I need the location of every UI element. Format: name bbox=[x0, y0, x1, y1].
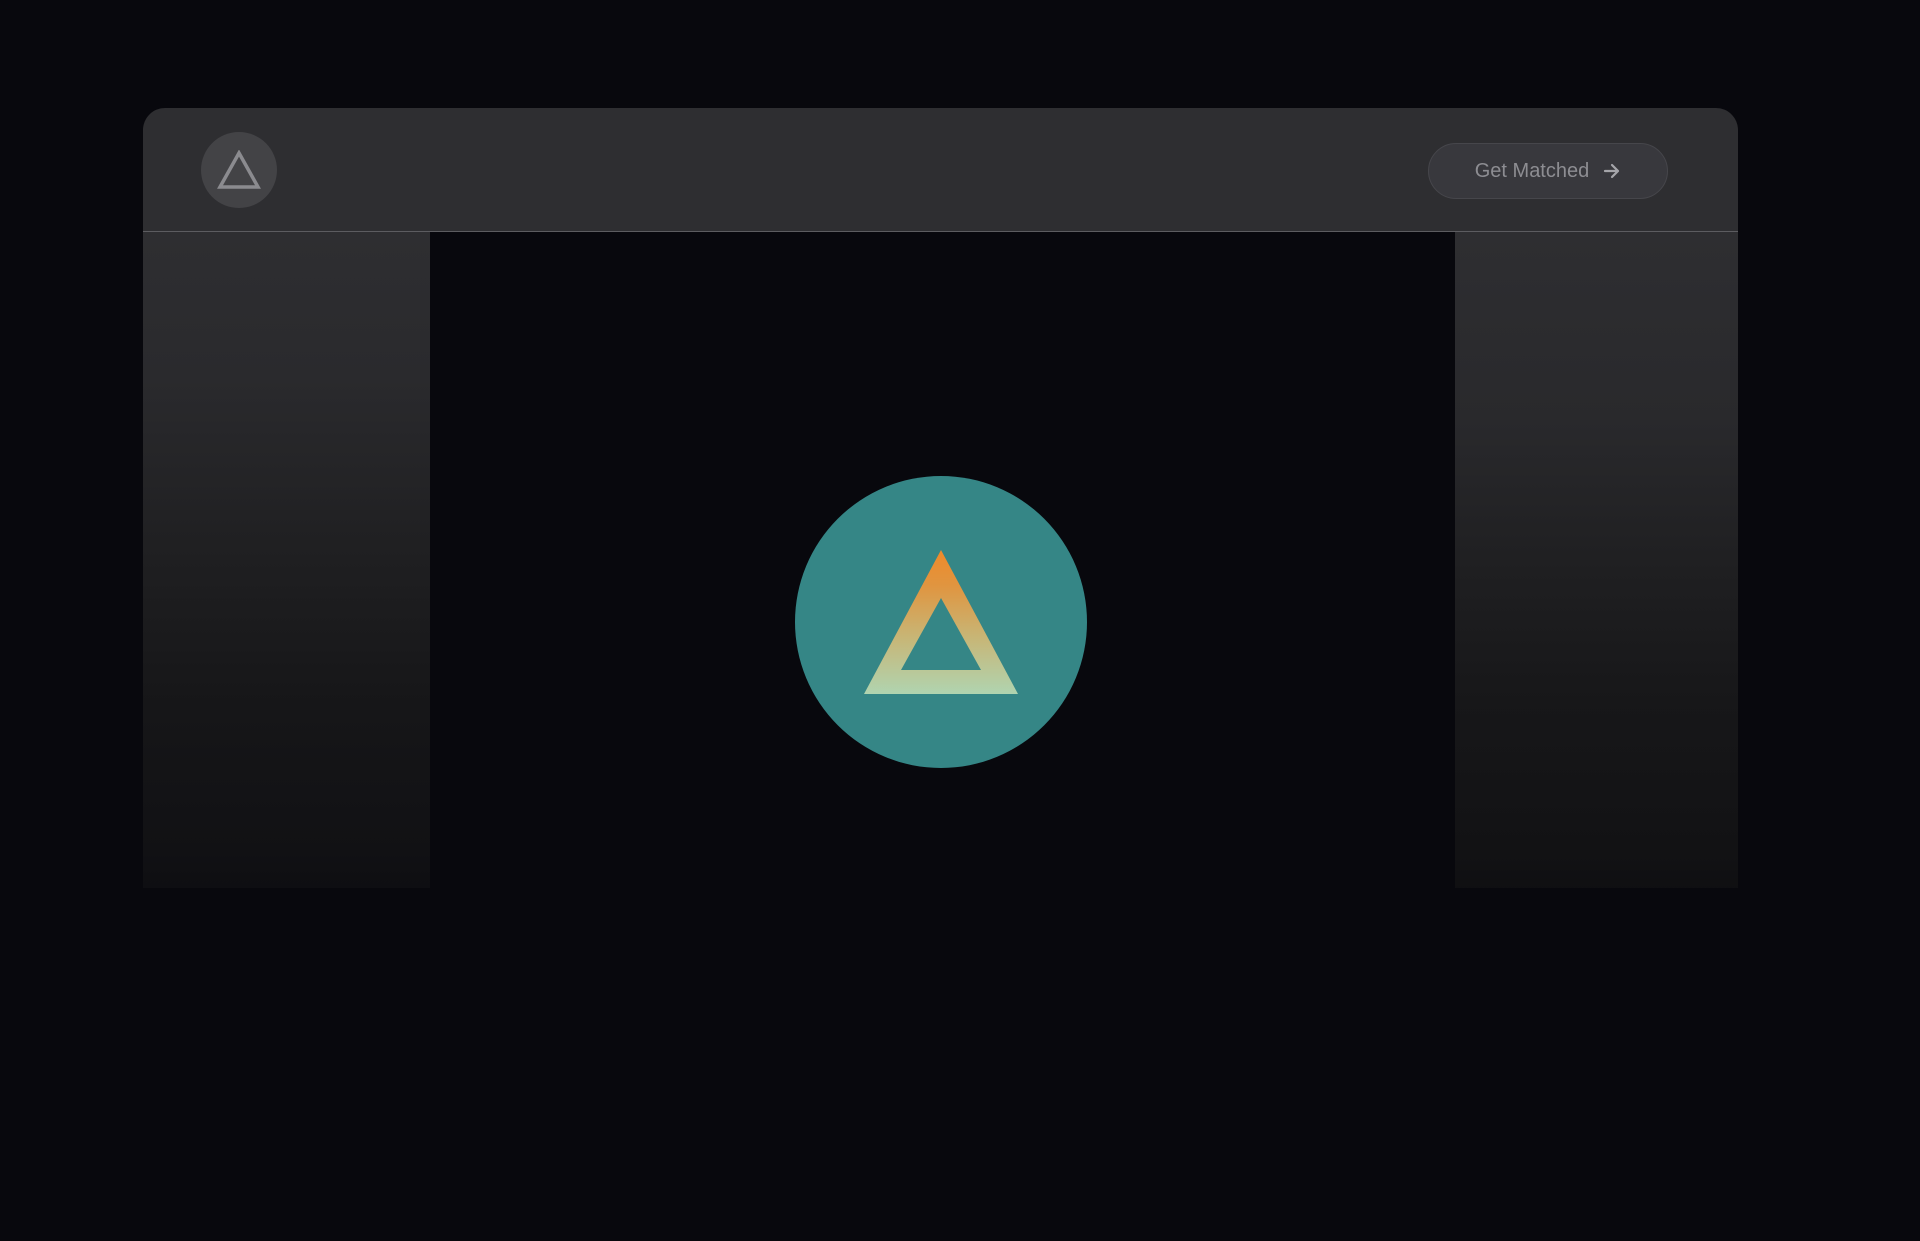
get-matched-button[interactable]: Get Matched bbox=[1428, 143, 1668, 199]
right-side-panel bbox=[1455, 232, 1738, 888]
triangle-logo-icon bbox=[217, 150, 261, 189]
logo-button[interactable] bbox=[201, 132, 277, 208]
arrow-right-icon bbox=[1603, 163, 1621, 179]
header-bar: Get Matched bbox=[143, 108, 1738, 232]
triangle-logo-icon bbox=[864, 550, 1018, 694]
left-side-panel bbox=[143, 232, 430, 888]
hero-logo-badge bbox=[795, 476, 1087, 768]
get-matched-label: Get Matched bbox=[1474, 159, 1590, 182]
